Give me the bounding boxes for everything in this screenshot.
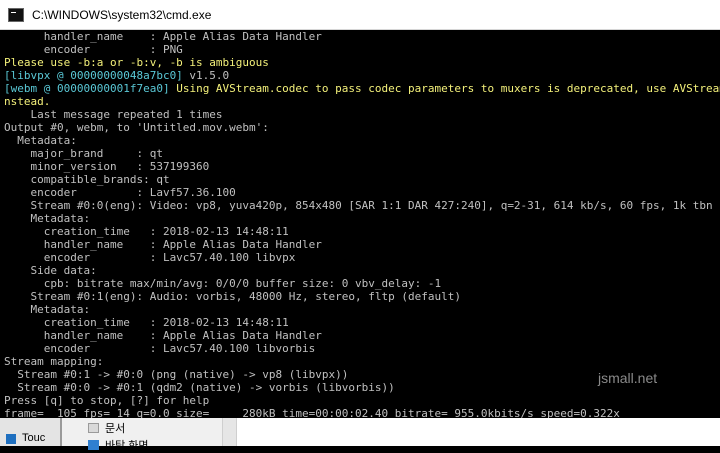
console-line: encoder : PNG <box>4 43 183 56</box>
console-line: Output #0, webm, to 'Untitled.mov.webm': <box>4 121 269 134</box>
explorer-strip: Touc 문서 바탕 화면 <box>0 418 720 452</box>
log-message: Using AVStream.codec to pass codec param… <box>176 82 720 95</box>
log-prefix: [libvpx @ 00000000048a7bc0] <box>4 69 183 82</box>
console-output[interactable]: handler_name : Apple Alias Data Handler … <box>4 30 720 418</box>
console-line: Stream #0:0(eng): Video: vp8, yuva420p, … <box>4 199 720 212</box>
console-line: Metadata: <box>4 303 91 316</box>
console-line: major_brand : qt <box>4 147 163 160</box>
desktop-icon <box>88 440 99 450</box>
nav-item-documents[interactable]: 문서 <box>88 420 125 436</box>
title-bar[interactable]: C:\WINDOWS\system32\cmd.exe <box>0 0 720 30</box>
console-line: creation_time : 2018-02-13 14:48:11 <box>4 316 289 329</box>
console-line: frame= 105 fps= 14 q=0.0 size= 280kB tim… <box>4 407 620 418</box>
console-line: encoder : Lavc57.40.100 libvorbis <box>4 342 316 355</box>
console-line: Stream mapping: <box>4 355 104 368</box>
console-line: Stream #0:1(eng): Audio: vorbis, 48000 H… <box>4 290 461 303</box>
console-line: minor_version : 537199360 <box>4 160 210 173</box>
console-line: creation_time : 2018-02-13 14:48:11 <box>4 225 289 238</box>
cmd-icon <box>8 7 24 22</box>
console-line: Press [q] to stop, [?] for help <box>4 394 210 407</box>
console-line: handler_name : Apple Alias Data Handler <box>4 238 322 251</box>
console-line: handler_name : Apple Alias Data Handler <box>4 30 322 43</box>
console-line: encoder : Lavc57.40.100 libvpx <box>4 251 296 264</box>
touch-label: Touc <box>22 432 46 444</box>
console-warning-line: Please use -b:a or -b:v, -b is ambiguous <box>4 56 269 69</box>
nav-item-label: 바탕 화면 <box>105 440 149 452</box>
console-line: Last message repeated 1 times <box>4 108 223 121</box>
panel-edge <box>222 418 237 446</box>
nav-item-desktop[interactable]: 바탕 화면 <box>88 437 149 453</box>
console-line: [libvpx @ 00000000048a7bc0] v1.5.0 <box>4 69 720 82</box>
window-title: C:\WINDOWS\system32\cmd.exe <box>32 7 212 22</box>
divider <box>60 418 62 446</box>
log-message: v1.5.0 <box>182 69 230 82</box>
console-warning-line: nstead. <box>4 95 51 108</box>
content-panel <box>236 418 720 446</box>
nav-item-label: 문서 <box>105 423 126 435</box>
console-warning-line: [webm @ 00000000001f7ea0] Using AVStream… <box>4 82 720 95</box>
console-line: compatible_brands: qt <box>4 173 170 186</box>
log-prefix: [webm @ 00000000001f7ea0] <box>4 82 170 95</box>
console-line: handler_name : Apple Alias Data Handler <box>4 329 322 342</box>
console-line: encoder : Lavf57.36.100 <box>4 186 236 199</box>
console-line: Side data: <box>4 264 97 277</box>
touch-item[interactable]: Touc <box>0 418 60 446</box>
console-line: cpb: bitrate max/min/avg: 0/0/0 buffer s… <box>4 277 442 290</box>
folder-icon <box>88 423 99 433</box>
touch-icon <box>6 434 16 444</box>
watermark: jsmall.net <box>598 370 658 386</box>
console-line: Metadata: <box>4 134 77 147</box>
console-line: Metadata: <box>4 212 91 225</box>
